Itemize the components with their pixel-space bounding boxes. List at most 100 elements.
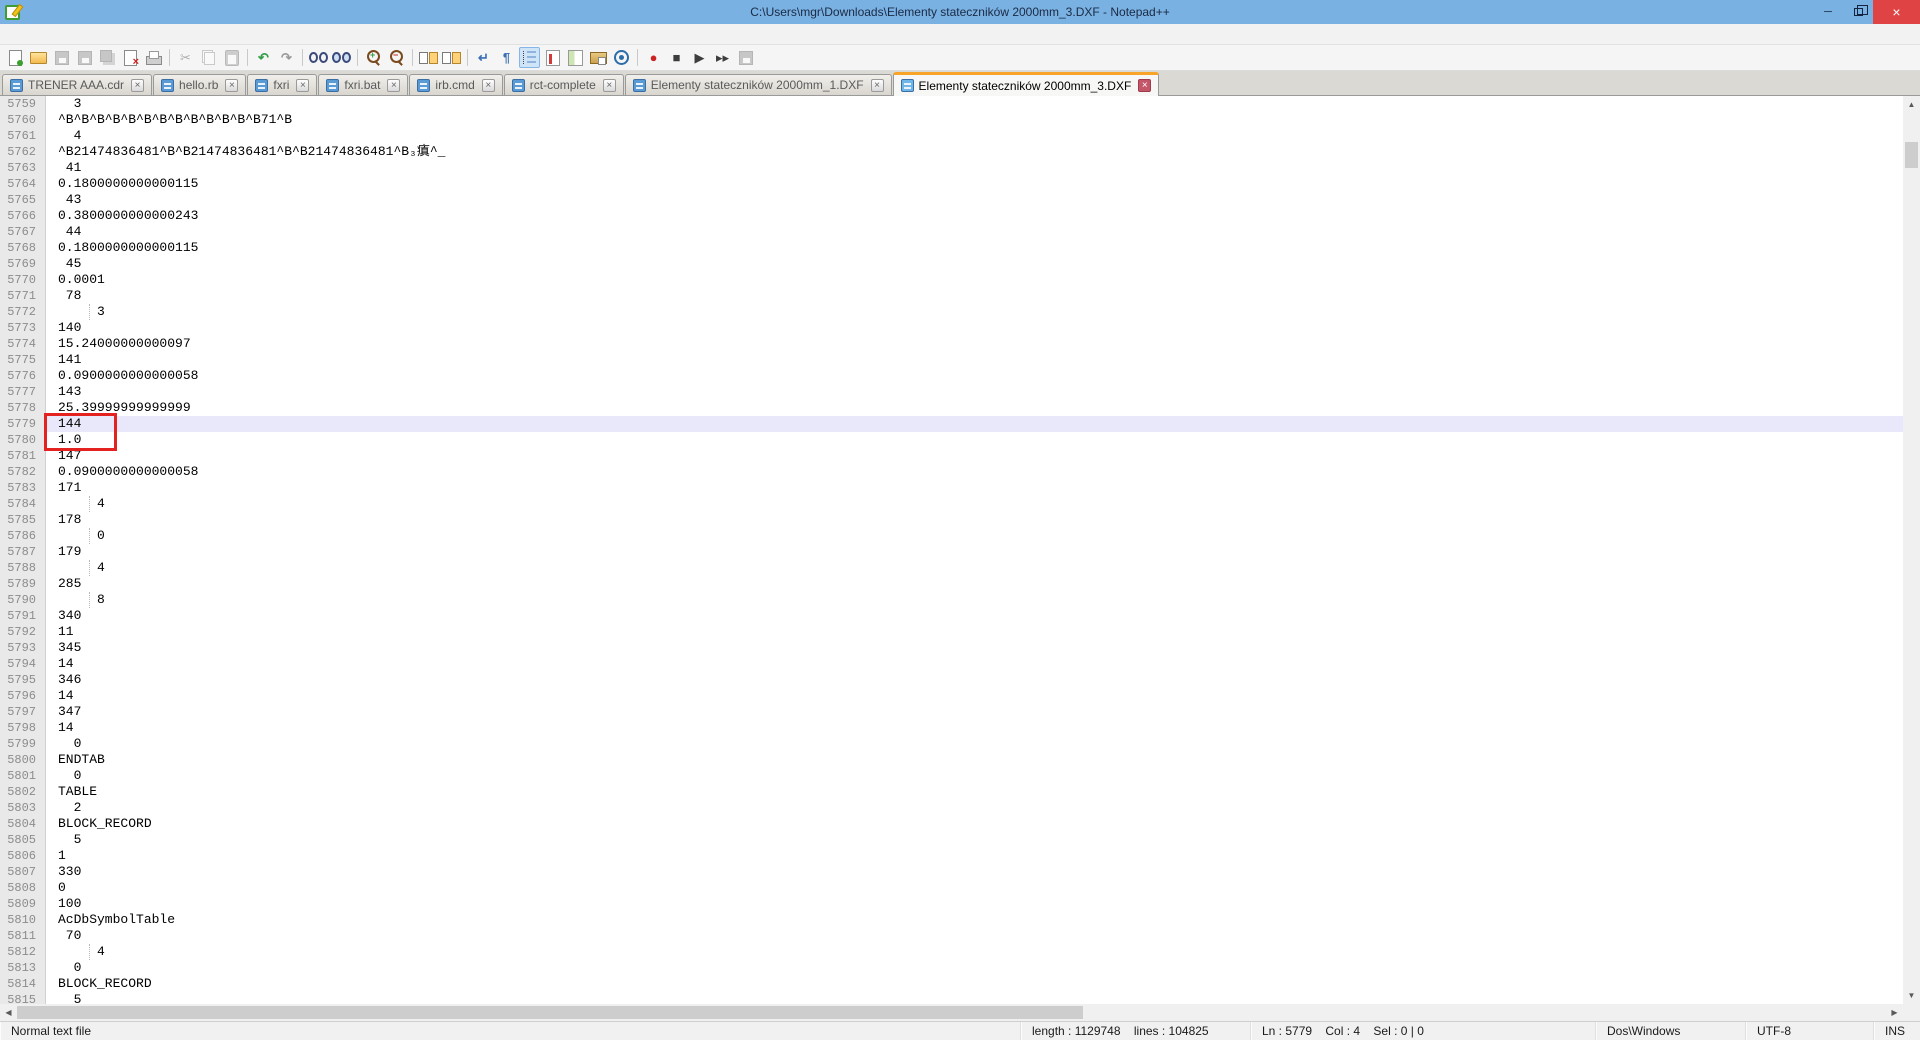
editor-line[interactable]: 5801 0 xyxy=(0,768,1903,784)
replace-icon[interactable] xyxy=(331,47,352,68)
status-encoding[interactable]: UTF-8 xyxy=(1746,1022,1874,1040)
menu-item-format[interactable] xyxy=(68,32,84,36)
line-number[interactable]: 5789 xyxy=(0,576,46,592)
macro-stop-icon[interactable]: ■ xyxy=(666,47,687,68)
open-file-icon[interactable] xyxy=(28,47,49,68)
line-number[interactable]: 5792 xyxy=(0,624,46,640)
copy-icon[interactable] xyxy=(198,47,219,68)
tab-close-icon[interactable]: × xyxy=(871,79,884,92)
editor-line[interactable]: 5795 346 xyxy=(0,672,1903,688)
macro-run-multiple-icon[interactable]: ▸▸ xyxy=(712,47,733,68)
menu-item-wtyczki[interactable] xyxy=(148,32,164,36)
line-number[interactable]: 5802 xyxy=(0,784,46,800)
editor-line[interactable]: 5791 340 xyxy=(0,608,1903,624)
tab-close-icon[interactable]: × xyxy=(603,79,616,92)
line-number[interactable]: 5803 xyxy=(0,800,46,816)
tab-close-icon[interactable]: × xyxy=(1138,79,1151,92)
tab-fxri-bat[interactable]: fxri.bat × xyxy=(318,74,408,95)
close-button[interactable]: × xyxy=(1873,0,1920,24)
editor-line[interactable]: 5792 11 xyxy=(0,624,1903,640)
line-number[interactable]: 5808 xyxy=(0,880,46,896)
line-number[interactable]: 5790 xyxy=(0,592,46,608)
editor-line[interactable]: 5790 8 xyxy=(0,592,1903,608)
line-number[interactable]: 5771 xyxy=(0,288,46,304)
menu-item-ustawienia[interactable] xyxy=(100,32,116,36)
editor-line[interactable]: 5800 ENDTAB xyxy=(0,752,1903,768)
editor-line[interactable]: 5788 4 xyxy=(0,560,1903,576)
cut-icon[interactable]: ✂ xyxy=(175,47,196,68)
line-number[interactable]: 5797 xyxy=(0,704,46,720)
line-number[interactable]: 5810 xyxy=(0,912,46,928)
editor-line[interactable]: 5781 147 xyxy=(0,448,1903,464)
line-number[interactable]: 5766 xyxy=(0,208,46,224)
editor-line[interactable]: 5760 ^B^B^B^B^B^B^B^B^B^B^B^B^B71^B xyxy=(0,112,1903,128)
minimize-button[interactable]: ─ xyxy=(1813,0,1843,24)
editor-line[interactable]: 5771 78 xyxy=(0,288,1903,304)
menu-item-okno[interactable] xyxy=(164,32,180,36)
editor-line[interactable]: 5805 5 xyxy=(0,832,1903,848)
editor-viewport[interactable]: 5759 3 5760 ^B^B^B^B^B^B^B^B^B^B^B^B^B71… xyxy=(0,96,1903,1004)
editor-line[interactable]: 5774 15.24000000000097 xyxy=(0,336,1903,352)
macro-record-icon[interactable]: ● xyxy=(643,47,664,68)
editor-line[interactable]: 5787 179 xyxy=(0,544,1903,560)
scroll-right-arrow-icon[interactable]: ▶ xyxy=(1886,1004,1903,1021)
menu-item-widok[interactable] xyxy=(52,32,68,36)
line-number[interactable]: 5791 xyxy=(0,608,46,624)
line-number[interactable]: 5812 xyxy=(0,944,46,960)
save-all-icon[interactable] xyxy=(97,47,118,68)
document-monitor-icon[interactable] xyxy=(611,47,632,68)
line-number[interactable]: 5778 xyxy=(0,400,46,416)
line-number[interactable]: 5794 xyxy=(0,656,46,672)
line-number[interactable]: 5759 xyxy=(0,96,46,112)
editor-line[interactable]: 5767 44 xyxy=(0,224,1903,240)
tab-hello-rb[interactable]: hello.rb × xyxy=(153,74,246,95)
line-number[interactable]: 5814 xyxy=(0,976,46,992)
editor-line[interactable]: 5780 1.0 xyxy=(0,432,1903,448)
line-number[interactable]: 5776 xyxy=(0,368,46,384)
macro-play-icon[interactable]: ▶ xyxy=(689,47,710,68)
line-number[interactable]: 5805 xyxy=(0,832,46,848)
line-number[interactable]: 5809 xyxy=(0,896,46,912)
folder-as-workspace-icon[interactable] xyxy=(588,47,609,68)
line-number[interactable]: 5772 xyxy=(0,304,46,320)
editor-line[interactable]: 5786 0 xyxy=(0,528,1903,544)
line-number[interactable]: 5815 xyxy=(0,992,46,1004)
line-number[interactable]: 5804 xyxy=(0,816,46,832)
line-number[interactable]: 5813 xyxy=(0,960,46,976)
editor-line[interactable]: 5813 0 xyxy=(0,960,1903,976)
editor-line[interactable]: 5793 345 xyxy=(0,640,1903,656)
editor-line[interactable]: 5806 1 xyxy=(0,848,1903,864)
line-number[interactable]: 5767 xyxy=(0,224,46,240)
editor-line[interactable]: 5799 0 xyxy=(0,736,1903,752)
line-number[interactable]: 5787 xyxy=(0,544,46,560)
tab-close-icon[interactable]: × xyxy=(387,79,400,92)
scroll-down-arrow-icon[interactable]: ▼ xyxy=(1903,987,1920,1004)
line-number[interactable]: 5801 xyxy=(0,768,46,784)
editor-line[interactable]: 5776 0.0900000000000058 xyxy=(0,368,1903,384)
line-number[interactable]: 5768 xyxy=(0,240,46,256)
line-number[interactable]: 5811 xyxy=(0,928,46,944)
tab-close-icon[interactable]: × xyxy=(225,79,238,92)
word-wrap-icon[interactable]: ↵ xyxy=(473,47,494,68)
line-number[interactable]: 5799 xyxy=(0,736,46,752)
document-map-icon[interactable] xyxy=(565,47,586,68)
editor-line[interactable]: 5812 4 xyxy=(0,944,1903,960)
line-number[interactable]: 5782 xyxy=(0,464,46,480)
line-number[interactable]: 5770 xyxy=(0,272,46,288)
sync-vertical-scroll-icon[interactable] xyxy=(418,47,439,68)
editor-line[interactable]: 5770 0.0001 xyxy=(0,272,1903,288)
editor-line[interactable]: 5777 143 xyxy=(0,384,1903,400)
macro-save-icon[interactable] xyxy=(735,47,756,68)
print-icon[interactable] xyxy=(143,47,164,68)
tab-trener-aaa-cdr[interactable]: TRENER AAA.cdr × xyxy=(2,74,152,95)
undo-icon[interactable]: ↶ xyxy=(253,47,274,68)
zoom-in-icon[interactable]: + xyxy=(363,47,384,68)
tab-close-icon[interactable]: × xyxy=(131,79,144,92)
editor-line[interactable]: 5783 171 xyxy=(0,480,1903,496)
show-all-chars-icon[interactable]: ¶ xyxy=(496,47,517,68)
tab-fxri[interactable]: fxri × xyxy=(247,74,317,95)
indent-guide-icon[interactable] xyxy=(519,47,540,68)
editor-line[interactable]: 5769 45 xyxy=(0,256,1903,272)
line-number[interactable]: 5781 xyxy=(0,448,46,464)
editor-line[interactable]: 5804 BLOCK_RECORD xyxy=(0,816,1903,832)
